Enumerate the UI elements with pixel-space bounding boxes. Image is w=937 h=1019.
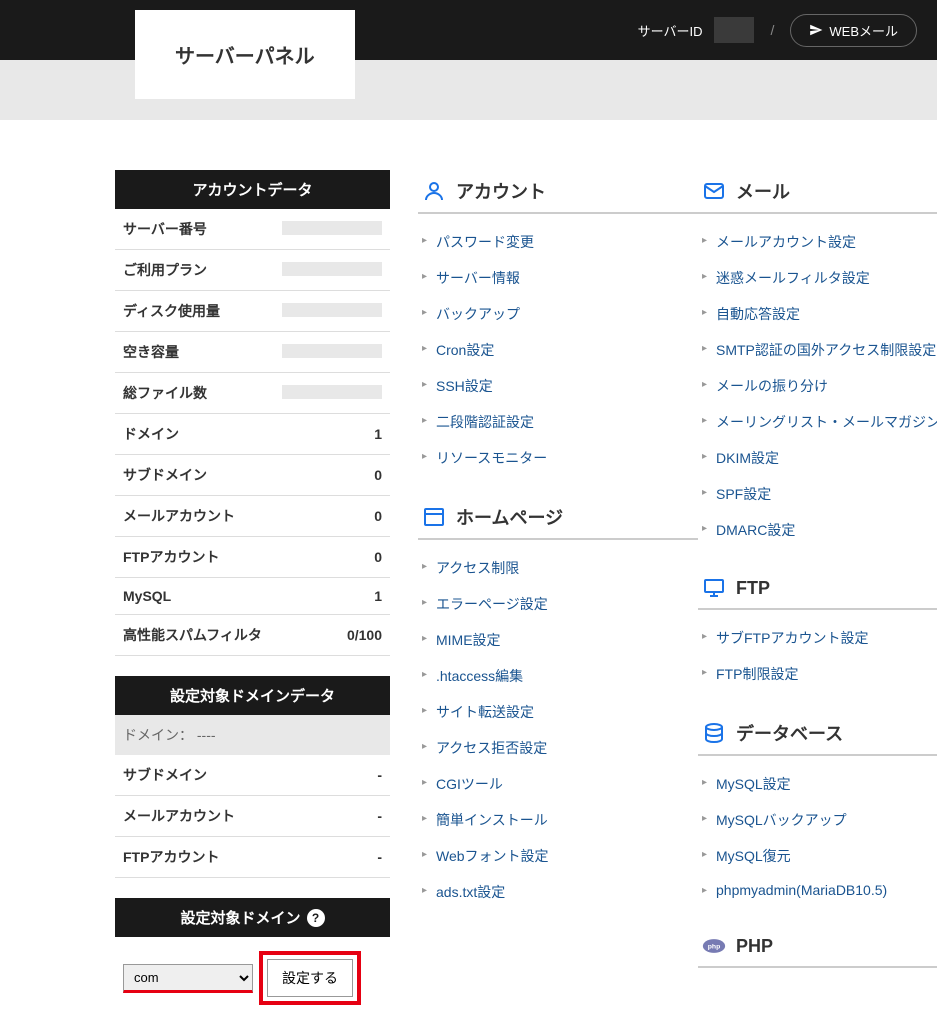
table-row: MySQL1 (115, 578, 390, 615)
logo: サーバーパネル (135, 10, 355, 99)
table-row: メールアカウント- (115, 796, 390, 837)
webmail-button[interactable]: WEBメール (790, 14, 917, 47)
list-item[interactable]: SSH設定 (418, 368, 698, 404)
list-item[interactable]: メールの振り分け (698, 368, 937, 404)
list-item[interactable]: サイト転送設定 (418, 694, 698, 730)
mail-icon (702, 179, 726, 203)
list-item[interactable]: DMARC設定 (698, 512, 937, 548)
section-title: PHP (736, 936, 773, 957)
list-item[interactable]: エラーページ設定 (418, 586, 698, 622)
domain-label-row: ドメイン： ---- (115, 715, 390, 755)
separator: / (770, 22, 774, 38)
table-row: 総ファイル数 (115, 373, 390, 414)
section-title: データベース (736, 720, 843, 746)
list-item[interactable]: Webフォント設定 (418, 838, 698, 874)
table-row: 高性能スパムフィルタ0/100 (115, 615, 390, 656)
table-row: 空き容量 (115, 332, 390, 373)
list-item[interactable]: リソースモニター (418, 440, 698, 476)
table-row: サブドメイン0 (115, 455, 390, 496)
table-row: ドメイン1 (115, 414, 390, 455)
account-data-table: サーバー番号 ご利用プラン ディスク使用量 空き容量 総ファイル数 ドメイン1 … (115, 209, 390, 656)
sidebar: アカウントデータ サーバー番号 ご利用プラン ディスク使用量 空き容量 総ファイ… (115, 170, 390, 1019)
main-content: アカウント パスワード変更 サーバー情報 バックアップ Cron設定 SSH設定… (418, 170, 937, 988)
list-item[interactable]: phpmyadmin(MariaDB10.5) (698, 874, 937, 906)
list-item[interactable]: 自動応答設定 (698, 296, 937, 332)
list-item[interactable]: バックアップ (418, 296, 698, 332)
domain-select[interactable]: com (123, 964, 253, 993)
section-account: アカウント パスワード変更 サーバー情報 バックアップ Cron設定 SSH設定… (418, 170, 698, 476)
paper-plane-icon (809, 23, 823, 37)
list-item[interactable]: MySQL復元 (698, 838, 937, 874)
highlight-box: 設定する (259, 951, 361, 1005)
section-database: データベース MySQL設定 MySQLバックアップ MySQL復元 phpmy… (698, 712, 937, 906)
section-mail: メール メールアカウント設定 迷惑メールフィルタ設定 自動応答設定 SMTP認証… (698, 170, 937, 548)
list-item[interactable]: SMTP認証の国外アクセス制限設定 (698, 332, 937, 368)
webmail-label: WEBメール (829, 21, 898, 40)
list-item[interactable]: .htaccess編集 (418, 658, 698, 694)
mail-links: メールアカウント設定 迷惑メールフィルタ設定 自動応答設定 SMTP認証の国外ア… (698, 224, 937, 548)
list-item[interactable]: SPF設定 (698, 476, 937, 512)
section-title: ホームページ (456, 504, 563, 530)
list-item[interactable]: ads.txt設定 (418, 874, 698, 910)
homepage-links: アクセス制限 エラーページ設定 MIME設定 .htaccess編集 サイト転送… (418, 550, 698, 910)
table-row: サブドメイン- (115, 755, 390, 796)
section-title: アカウント (456, 178, 546, 204)
list-item[interactable]: 二段階認証設定 (418, 404, 698, 440)
table-row: ディスク使用量 (115, 291, 390, 332)
list-item[interactable]: MIME設定 (418, 622, 698, 658)
list-item[interactable]: CGIツール (418, 766, 698, 802)
account-links: パスワード変更 サーバー情報 バックアップ Cron設定 SSH設定 二段階認証… (418, 224, 698, 476)
php-icon: php (702, 934, 726, 958)
table-row: ご利用プラン (115, 250, 390, 291)
list-item[interactable]: メーリングリスト・メールマガジン (698, 404, 937, 440)
ftp-links: サブFTPアカウント設定 FTP制限設定 (698, 620, 937, 692)
target-domain-title: 設定対象ドメイン (180, 907, 300, 928)
list-item[interactable]: MySQL設定 (698, 766, 937, 802)
list-item[interactable]: FTP制限設定 (698, 656, 937, 692)
target-domain-header: 設定対象ドメイン ? (115, 898, 390, 937)
target-domain-data-table: サブドメイン- メールアカウント- FTPアカウント- (115, 755, 390, 878)
monitor-icon (702, 576, 726, 600)
list-item[interactable]: アクセス拒否設定 (418, 730, 698, 766)
list-item[interactable]: アクセス制限 (418, 550, 698, 586)
person-icon (422, 179, 446, 203)
list-item[interactable]: サブFTPアカウント設定 (698, 620, 937, 656)
account-data-header: アカウントデータ (115, 170, 390, 209)
table-row: サーバー番号 (115, 209, 390, 250)
window-icon (422, 505, 446, 529)
server-id-value (714, 17, 754, 43)
section-ftp: FTP サブFTPアカウント設定 FTP制限設定 (698, 568, 937, 692)
database-icon (702, 721, 726, 745)
list-item[interactable]: Cron設定 (418, 332, 698, 368)
section-title: メール (736, 178, 790, 204)
set-button[interactable]: 設定する (267, 959, 353, 997)
list-item[interactable]: 簡単インストール (418, 802, 698, 838)
table-row: メールアカウント0 (115, 496, 390, 537)
list-item[interactable]: DKIM設定 (698, 440, 937, 476)
list-item[interactable]: パスワード変更 (418, 224, 698, 260)
section-php: php PHP (698, 926, 937, 968)
section-title: FTP (736, 578, 770, 599)
subheader: サーバーパネル (0, 60, 937, 120)
table-row: FTPアカウント- (115, 837, 390, 878)
table-row: FTPアカウント0 (115, 537, 390, 578)
list-item[interactable]: サーバー情報 (418, 260, 698, 296)
server-id-label: サーバーID (638, 21, 703, 40)
database-links: MySQL設定 MySQLバックアップ MySQL復元 phpmyadmin(M… (698, 766, 937, 906)
list-item[interactable]: 迷惑メールフィルタ設定 (698, 260, 937, 296)
svg-text:php: php (708, 944, 721, 951)
list-item[interactable]: メールアカウント設定 (698, 224, 937, 260)
help-icon[interactable]: ? (307, 909, 325, 927)
target-domain-data-header: 設定対象ドメインデータ (115, 676, 390, 715)
section-homepage: ホームページ アクセス制限 エラーページ設定 MIME設定 .htaccess編… (418, 496, 698, 910)
list-item[interactable]: MySQLバックアップ (698, 802, 937, 838)
